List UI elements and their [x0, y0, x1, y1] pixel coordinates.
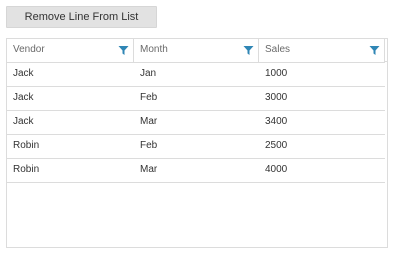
filter-icon[interactable]	[243, 45, 254, 56]
cell-vendor: Jack	[13, 68, 34, 79]
cell-month: Feb	[140, 92, 158, 103]
cell-vendor: Robin	[13, 164, 40, 175]
table-row[interactable]: Jack Jan 1000	[7, 63, 385, 87]
table-row[interactable]: Robin Feb 2500	[7, 135, 385, 159]
grid-body: Jack Jan 1000 Jack Feb 3000 Jack Mar 340…	[7, 63, 385, 183]
cell-sales: 2500	[265, 140, 288, 151]
cell-vendor: Jack	[13, 116, 34, 127]
cell-month: Mar	[140, 116, 158, 127]
column-header-month[interactable]: Month	[134, 39, 259, 62]
cell-vendor: Jack	[13, 92, 34, 103]
table-row[interactable]: Jack Feb 3000	[7, 87, 385, 111]
cell-month: Mar	[140, 164, 158, 175]
page: Remove Line From List Vendor Month Sales	[0, 0, 394, 257]
cell-vendor: Robin	[13, 140, 40, 151]
header-corner	[385, 39, 387, 62]
cell-sales: 4000	[265, 164, 288, 175]
column-header-label: Month	[140, 44, 168, 55]
table-row[interactable]: Jack Mar 3400	[7, 111, 385, 135]
column-header-label: Sales	[265, 44, 291, 55]
column-header-sales[interactable]: Sales	[259, 39, 385, 62]
grid-header: Vendor Month Sales	[7, 39, 385, 63]
filter-icon[interactable]	[369, 45, 380, 56]
data-grid: Vendor Month Sales Jack Jan 1000 Jack Fe…	[6, 38, 388, 248]
table-row[interactable]: Robin Mar 4000	[7, 159, 385, 183]
column-header-label: Vendor	[13, 44, 45, 55]
cell-sales: 3400	[265, 116, 288, 127]
column-header-vendor[interactable]: Vendor	[7, 39, 134, 62]
cell-month: Jan	[140, 68, 157, 79]
remove-line-button[interactable]: Remove Line From List	[6, 6, 157, 28]
cell-sales: 1000	[265, 68, 288, 79]
cell-month: Feb	[140, 140, 158, 151]
filter-icon[interactable]	[118, 45, 129, 56]
cell-sales: 3000	[265, 92, 288, 103]
